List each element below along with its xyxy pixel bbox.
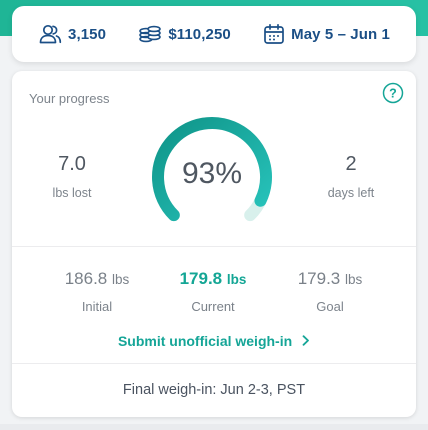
challenge-stats-bar: 3,150 $110,250 May 5 – Jun 1 — [12, 6, 416, 62]
divider — [12, 246, 416, 247]
progress-percent: 93% — [181, 157, 243, 190]
lbs-lost-value: 7.0 — [58, 153, 86, 175]
goal-weight-unit: lbs — [345, 272, 363, 287]
chevron-right-icon — [302, 333, 310, 349]
current-weight: 179.8 lbs Current — [153, 269, 273, 314]
current-weight-value: 179.8 — [179, 269, 223, 288]
days-left-stat: 2 days left — [306, 153, 396, 200]
initial-weight-value: 186.8 — [64, 269, 108, 288]
current-weight-unit: lbs — [226, 272, 247, 287]
svg-text:?: ? — [389, 87, 397, 101]
initial-weight-unit: lbs — [112, 272, 130, 287]
days-left-value: 2 — [345, 153, 357, 175]
progress-title: Your progress — [29, 91, 110, 106]
participants-stat: 3,150 — [38, 24, 106, 44]
calendar-icon — [263, 23, 285, 45]
pot-stat: $110,250 — [138, 24, 231, 44]
date-range: May 5 – Jun 1 — [291, 25, 390, 43]
divider — [12, 363, 416, 364]
progress-card: Your progress ? 7.0 lbs lost 93% 2 days … — [12, 71, 416, 417]
initial-weight: 186.8 lbs Initial — [37, 269, 157, 314]
help-icon[interactable]: ? — [382, 82, 404, 109]
days-left-label: days left — [327, 186, 375, 200]
lbs-lost-label: lbs lost — [52, 186, 92, 200]
money-stack-icon — [138, 24, 162, 44]
initial-weight-label: Initial — [81, 299, 113, 314]
date-range-stat: May 5 – Jun 1 — [263, 23, 390, 45]
goal-weight: 179.3 lbs Goal — [270, 269, 390, 314]
submit-weigh-in-link[interactable]: Submit unofficial weigh-in — [12, 333, 416, 349]
goal-weight-label: Goal — [316, 299, 344, 314]
participants-count: 3,150 — [68, 25, 107, 43]
submit-weigh-in-label: Submit unofficial weigh-in — [117, 333, 293, 349]
goal-weight-value: 179.3 — [297, 269, 341, 288]
lbs-lost-stat: 7.0 lbs lost — [27, 153, 117, 200]
users-icon — [38, 24, 62, 44]
current-weight-label: Current — [191, 299, 235, 314]
pot-amount: $110,250 — [168, 25, 231, 43]
page-bottom — [0, 424, 428, 430]
final-weigh-in: Final weigh-in: Jun 2-3, PST — [122, 382, 306, 398]
